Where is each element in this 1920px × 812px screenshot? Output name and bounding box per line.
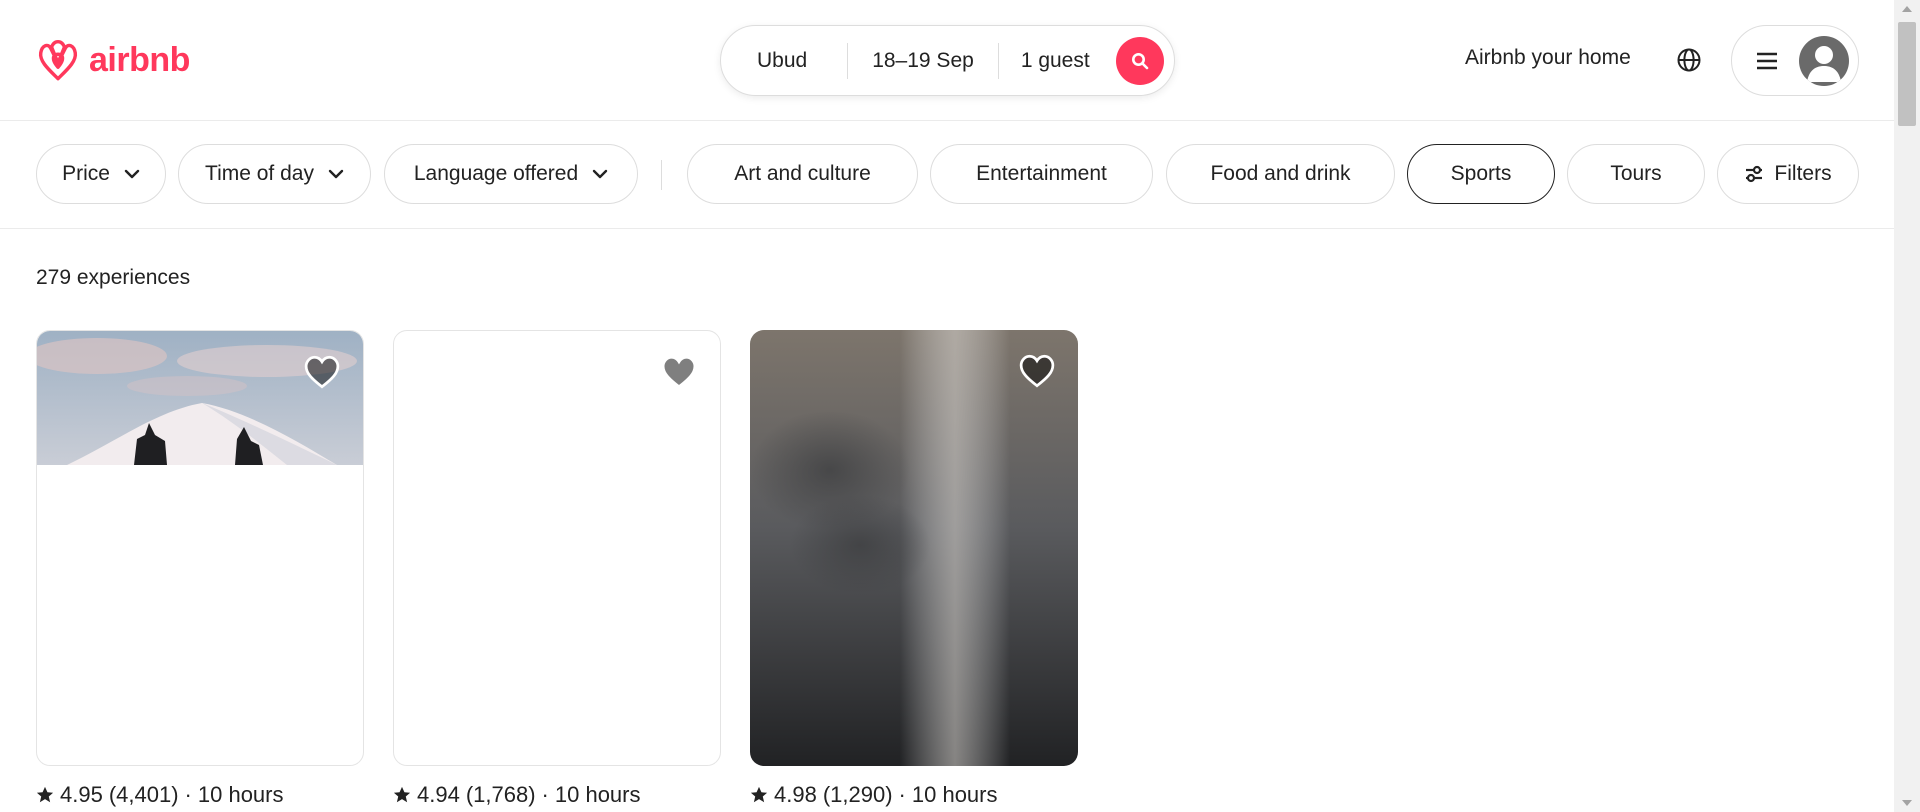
experience-card[interactable]: 4.95 (4,401) · 10 hours <box>36 330 364 807</box>
search-icon <box>1132 53 1149 70</box>
user-avatar-icon <box>1799 36 1849 86</box>
category-art-and-culture[interactable]: Art and culture <box>687 144 918 204</box>
star-icon <box>750 786 768 803</box>
card-meta: 4.94 (1,768) · 10 hours <box>393 782 641 808</box>
experience-card[interactable]: 4.98 (1,290) · 10 hours <box>750 330 1078 807</box>
filter-divider <box>661 160 662 190</box>
card-meta: 4.98 (1,290) · 10 hours <box>750 782 998 808</box>
category-sports[interactable]: Sports <box>1407 144 1555 204</box>
chevron-down-icon <box>592 169 608 179</box>
card-review-count: (4,401) <box>108 782 179 807</box>
blank-loading[interactable] <box>393 330 721 766</box>
card-rating: 4.94 <box>417 782 460 807</box>
globe-icon[interactable] <box>1676 47 1702 73</box>
card-meta: 4.95 (4,401) · 10 hours <box>36 782 284 808</box>
mountain-temple-photo[interactable] <box>36 330 364 766</box>
search-guests[interactable]: 1 guest <box>999 26 1116 95</box>
scroll-down-arrow-icon[interactable] <box>1902 800 1912 806</box>
search-bar[interactable]: Ubud 18–19 Sep 1 guest <box>720 25 1175 96</box>
price-filter-dropdown[interactable]: Price <box>36 144 166 204</box>
heart-icon[interactable] <box>303 355 341 389</box>
chevron-down-icon <box>124 169 140 179</box>
blurred-dark-photo[interactable] <box>750 330 1078 766</box>
experience-card[interactable]: 4.94 (1,768) · 10 hours <box>393 330 721 807</box>
search-dates[interactable]: 18–19 Sep <box>848 26 998 95</box>
card-separator: · <box>184 782 192 807</box>
airbnb-belo-icon <box>38 39 78 81</box>
star-icon <box>393 786 411 803</box>
search-location[interactable]: Ubud <box>721 26 847 95</box>
chevron-down-icon <box>328 169 344 179</box>
star-icon <box>36 786 54 803</box>
brand-name: airbnb <box>89 40 190 79</box>
language-offered-filter-dropdown[interactable]: Language offered <box>384 144 638 204</box>
user-menu-button[interactable] <box>1731 25 1859 96</box>
card-separator: · <box>541 782 549 807</box>
language-offered-filter-label: Language offered <box>413 162 579 185</box>
filters-button-label: Filters <box>1774 162 1832 185</box>
card-review-count: (1,290) <box>822 782 893 807</box>
header: airbnb Ubud 18–19 Sep 1 guest Airbnb you… <box>0 0 1894 121</box>
filter-bar: Price Time of day Language offered Art a… <box>0 122 1894 229</box>
airbnb-your-home-link[interactable]: Airbnb your home <box>1465 46 1631 70</box>
sliders-icon <box>1746 165 1763 183</box>
card-review-count: (1,768) <box>465 782 536 807</box>
airbnb-logo[interactable]: airbnb <box>35 35 190 85</box>
category-food-and-drink[interactable]: Food and drink <box>1166 144 1395 204</box>
page-scrollbar[interactable] <box>1894 0 1920 812</box>
heart-icon[interactable] <box>660 355 698 389</box>
card-separator: · <box>898 782 906 807</box>
scrollbar-thumb[interactable] <box>1898 22 1916 126</box>
heart-icon[interactable] <box>1018 354 1056 388</box>
time-of-day-filter-dropdown[interactable]: Time of day <box>178 144 371 204</box>
results-count: 279 experiences <box>36 266 191 289</box>
price-filter-label: Price <box>62 162 110 185</box>
hamburger-icon <box>1757 52 1777 70</box>
card-rating: 4.95 <box>60 782 103 807</box>
scroll-up-arrow-icon[interactable] <box>1902 6 1912 12</box>
category-entertainment[interactable]: Entertainment <box>930 144 1153 204</box>
search-button[interactable] <box>1116 37 1164 85</box>
card-duration: 10 hours <box>554 782 641 807</box>
card-duration: 10 hours <box>911 782 998 807</box>
time-of-day-filter-label: Time of day <box>205 162 314 185</box>
category-tours[interactable]: Tours <box>1567 144 1705 204</box>
card-duration: 10 hours <box>197 782 284 807</box>
card-rating: 4.98 <box>774 782 817 807</box>
filters-button[interactable]: Filters <box>1717 144 1859 204</box>
